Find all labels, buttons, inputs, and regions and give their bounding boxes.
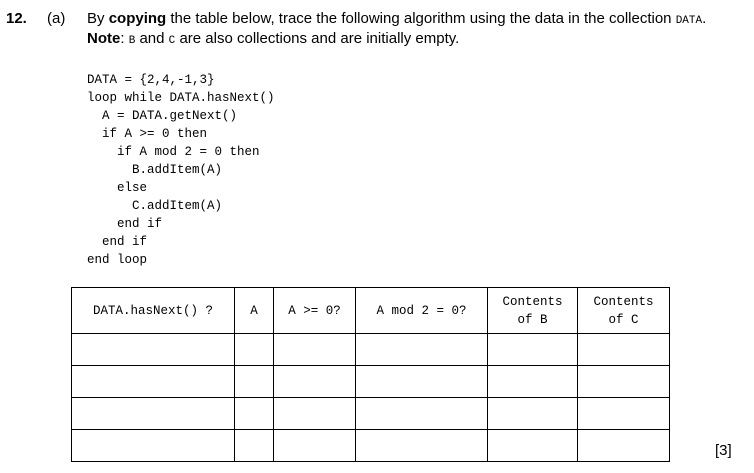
table-cell[interactable] [487, 333, 578, 366]
table-cell[interactable] [234, 333, 274, 366]
code-line: C.addItem(A) [87, 199, 223, 213]
table-cell[interactable] [71, 365, 235, 398]
table-cell[interactable] [355, 429, 488, 462]
code-line: else [87, 181, 148, 195]
code-line: B.addItem(A) [87, 163, 223, 177]
table-cell[interactable] [487, 397, 578, 430]
table-cell[interactable] [234, 365, 274, 398]
code-line: DATA = {2,4,-1,3} [87, 73, 215, 87]
header-line: A mod 2 = 0? [376, 303, 467, 318]
table-row [71, 429, 670, 462]
code-line: if A mod 2 = 0 then [87, 145, 260, 159]
table-cell[interactable] [355, 365, 488, 398]
question-text-1: By [87, 10, 109, 27]
table-cell[interactable] [487, 365, 578, 398]
table-cell[interactable] [273, 365, 356, 398]
table-cell[interactable] [273, 397, 356, 430]
table-row [71, 333, 670, 366]
header-contents-c: Contents of C [577, 287, 670, 334]
header-line: DATA.hasNext() ? [92, 303, 214, 318]
code-line: if A >= 0 then [87, 127, 208, 141]
table-cell[interactable] [273, 429, 356, 462]
table-cell[interactable] [234, 429, 274, 462]
algorithm-code: DATA = {2,4,-1,3} loop while DATA.hasNext… [87, 71, 275, 269]
table-cell[interactable] [71, 429, 235, 462]
note-label: Note [87, 30, 121, 47]
question-text-copying: copying [108, 10, 167, 27]
table-cell[interactable] [577, 365, 670, 398]
code-line: end if [87, 217, 163, 231]
table-cell[interactable] [487, 429, 578, 462]
table-row [71, 397, 670, 430]
trace-table-header-row: DATA.hasNext() ? A A >= 0? A mod 2 = 0? … [71, 287, 670, 334]
code-line: end if [87, 235, 148, 249]
code-line: end loop [87, 253, 148, 267]
header-contents-b: Contents of B [487, 287, 578, 334]
question-text: By copying the table below, trace the fo… [87, 10, 737, 50]
question-text-4: : [120, 30, 129, 47]
question-number: 12. [6, 10, 27, 27]
collection-data-name: DATA [675, 15, 703, 27]
header-line: of C [608, 312, 639, 327]
header-line: Contents [502, 294, 563, 309]
header-line: A >= 0? [288, 303, 341, 318]
question-part: (a) [47, 10, 66, 27]
question-text-5: and [135, 30, 169, 47]
table-cell[interactable] [577, 333, 670, 366]
table-cell[interactable] [577, 429, 670, 462]
table-cell[interactable] [577, 397, 670, 430]
header-a-ge-zero: A >= 0? [273, 287, 356, 334]
question-text-6: are also collections and are initially e… [175, 30, 460, 47]
table-cell[interactable] [273, 333, 356, 366]
trace-table: DATA.hasNext() ? A A >= 0? A mod 2 = 0? … [71, 287, 670, 462]
table-row [71, 365, 670, 398]
code-line: loop while DATA.hasNext() [87, 91, 275, 105]
table-cell[interactable] [71, 333, 235, 366]
header-line: A [250, 303, 258, 318]
question-text-2: the table below, trace the following alg… [166, 10, 676, 27]
table-cell[interactable] [355, 397, 488, 430]
table-cell[interactable] [234, 397, 274, 430]
code-line: A = DATA.getNext() [87, 109, 238, 123]
question-text-3: . [702, 10, 707, 27]
marks-label: [3] [715, 442, 732, 459]
table-cell[interactable] [71, 397, 235, 430]
header-a: A [234, 287, 274, 334]
header-a-mod-2: A mod 2 = 0? [355, 287, 488, 334]
header-data-hasnext: DATA.hasNext() ? [71, 287, 235, 334]
table-cell[interactable] [355, 333, 488, 366]
header-line: Contents [593, 294, 654, 309]
header-line: of B [517, 312, 548, 327]
